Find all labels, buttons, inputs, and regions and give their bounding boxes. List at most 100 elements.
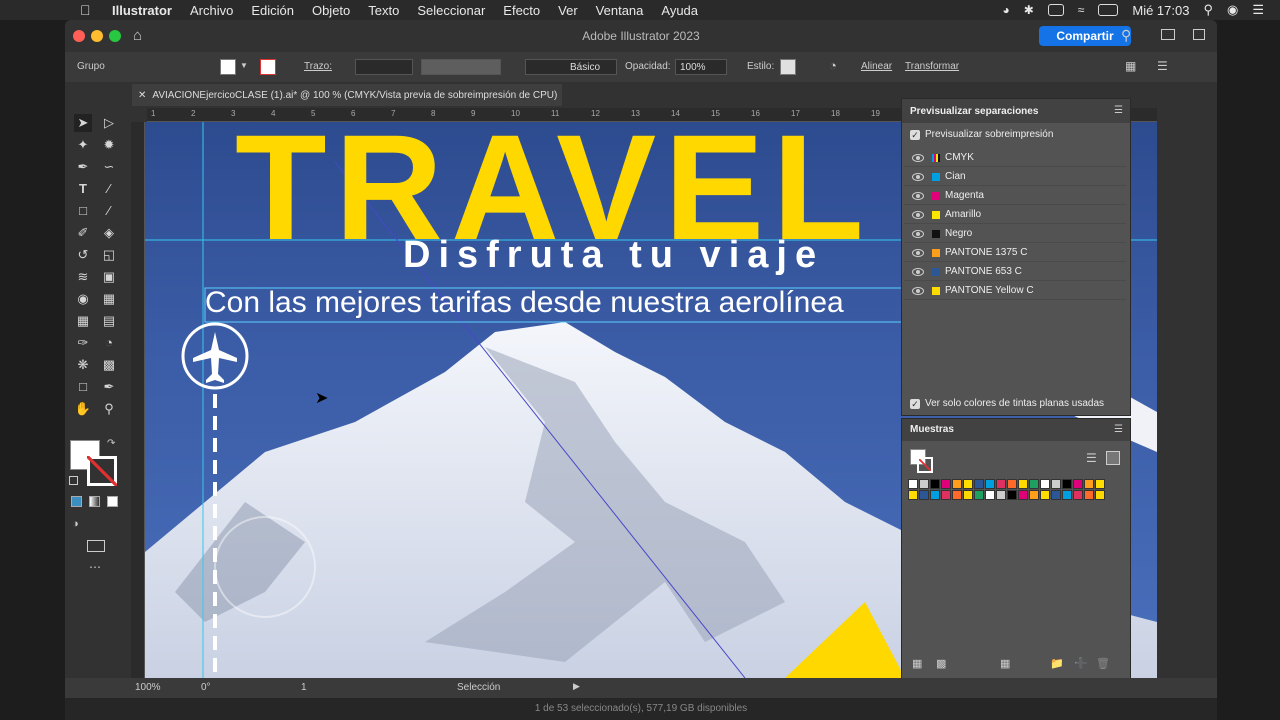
paintbrush-tool-icon[interactable]: ∕ — [100, 202, 118, 220]
color-swatch[interactable] — [1029, 479, 1039, 489]
workspace-icon[interactable] — [1193, 29, 1205, 40]
color-swatch[interactable] — [974, 490, 984, 500]
color-swatch[interactable] — [963, 490, 973, 500]
subtitle-text[interactable]: Disfruta tu viaje — [403, 234, 824, 277]
color-swatch[interactable] — [952, 479, 962, 489]
pen-tool-icon[interactable]: ✒ — [74, 158, 92, 176]
color-swatch[interactable] — [1073, 490, 1083, 500]
rotation-field[interactable]: 0° — [201, 682, 211, 693]
eye-icon[interactable] — [912, 229, 924, 238]
color-swatch[interactable] — [996, 490, 1006, 500]
color-swatch[interactable] — [1095, 479, 1105, 489]
color-swatch[interactable] — [952, 490, 962, 500]
screen-mirror-icon[interactable] — [1047, 4, 1064, 16]
clock[interactable]: Mié 17:03 — [1132, 3, 1189, 18]
bluetooth-icon[interactable]: ✱ — [1024, 3, 1034, 17]
color-swatch[interactable] — [1040, 479, 1050, 489]
menu-texto[interactable]: Texto — [368, 3, 399, 18]
swap-colors-icon[interactable]: ↷ — [107, 438, 115, 449]
stroke-label[interactable]: Trazo: — [304, 61, 332, 72]
color-swatch[interactable] — [1040, 490, 1050, 500]
color-swatch[interactable] — [985, 479, 995, 489]
opacity-field[interactable]: 100% — [675, 59, 727, 75]
battery-icon[interactable] — [1098, 4, 1119, 16]
stroke-swatch[interactable] — [260, 59, 276, 75]
color-swatch[interactable] — [1095, 490, 1105, 500]
line-tool-icon[interactable]: ∕ — [100, 180, 118, 198]
siri-icon[interactable]: ◉ — [1227, 2, 1238, 18]
color-mode-icon[interactable] — [71, 496, 82, 507]
ink-row-pantone-yellow[interactable]: PANTONE Yellow C — [904, 282, 1126, 300]
color-swatch[interactable] — [1062, 490, 1072, 500]
free-transform-tool-icon[interactable]: ▣ — [100, 268, 118, 286]
delete-swatch-icon[interactable]: 🗑 — [1096, 657, 1110, 670]
menu-objeto[interactable]: Objeto — [312, 3, 350, 18]
shaper-tool-icon[interactable]: ✐ — [74, 224, 92, 242]
current-tool-label[interactable]: Selección — [457, 682, 500, 693]
symbol-sprayer-tool-icon[interactable]: ❋ — [74, 356, 92, 374]
swatch-kind-icon[interactable]: ▦ — [1000, 657, 1010, 670]
menu-ver[interactable]: Ver — [558, 3, 578, 18]
color-swatch[interactable] — [1007, 490, 1017, 500]
selection-tool-icon[interactable]: ➤ — [74, 114, 92, 132]
close-tab-icon[interactable]: ✕ — [138, 90, 146, 101]
screen-mode-icon[interactable] — [87, 540, 105, 552]
color-swatch[interactable] — [930, 490, 940, 500]
color-swatch[interactable] — [908, 490, 918, 500]
color-swatch[interactable] — [941, 490, 951, 500]
zoom-tool-icon[interactable]: ⚲ — [100, 400, 118, 418]
apple-icon[interactable]:  — [80, 2, 94, 18]
ink-row-pantone-653[interactable]: PANTONE 653 C — [904, 263, 1126, 281]
wifi-icon[interactable]: ≈ — [1078, 3, 1085, 17]
chevron-down-icon[interactable]: ▼ — [240, 61, 248, 70]
curvature-tool-icon[interactable]: ∽ — [100, 158, 118, 176]
spotlight-search-icon[interactable]: ⚲ — [1203, 2, 1213, 18]
eye-icon[interactable] — [912, 210, 924, 219]
list-view-icon[interactable]: ☰ — [1086, 451, 1097, 465]
ink-row-yellow[interactable]: Amarillo — [904, 206, 1126, 224]
warp-tool-icon[interactable]: ≋ — [74, 268, 92, 286]
perspective-grid-tool-icon[interactable]: ▦ — [100, 290, 118, 308]
menu-edicion[interactable]: Edición — [251, 3, 294, 18]
creative-cloud-icon[interactable]: ◕ — [1002, 3, 1009, 17]
shape-builder-tool-icon[interactable]: ◉ — [74, 290, 92, 308]
ink-row-magenta[interactable]: Magenta — [904, 187, 1126, 205]
ink-row-cyan[interactable]: Cian — [904, 168, 1126, 186]
lasso-tool-icon[interactable]: ✹ — [100, 136, 118, 154]
color-swatch[interactable] — [1007, 479, 1017, 489]
rectangle-tool-icon[interactable]: □ — [74, 202, 92, 220]
color-swatch[interactable] — [1084, 479, 1094, 489]
fill-swatch[interactable] — [220, 59, 236, 75]
search-icon[interactable]: ⚲ — [1121, 27, 1131, 44]
swatch-libraries-icon[interactable]: ▦ — [912, 657, 922, 670]
swatches-panel-title[interactable]: Muestras — [902, 419, 1130, 441]
slice-tool-icon[interactable]: ✒ — [100, 378, 118, 396]
new-swatch-icon[interactable]: ➕ — [1074, 657, 1088, 670]
arrange-icon[interactable]: ▦ — [1125, 59, 1136, 73]
share-button[interactable]: Compartir — [1039, 26, 1131, 46]
color-swatch[interactable] — [1051, 479, 1061, 489]
eraser-tool-icon[interactable]: ◈ — [100, 224, 118, 242]
menu-seleccionar[interactable]: Seleccionar — [417, 3, 485, 18]
stroke-swatch[interactable] — [917, 457, 933, 473]
gradient-tool-icon[interactable]: ▤ — [100, 312, 118, 330]
grid-view-icon[interactable] — [1106, 451, 1120, 465]
color-swatch[interactable] — [930, 479, 940, 489]
artboard-number-field[interactable]: 1 — [301, 682, 307, 693]
variable-width-profile[interactable] — [421, 59, 501, 75]
color-swatch[interactable] — [1018, 490, 1028, 500]
artboard-tool-icon[interactable]: □ — [74, 378, 92, 396]
color-swatch[interactable] — [941, 479, 951, 489]
separations-panel-title[interactable]: Previsualizar separaciones — [902, 99, 1130, 123]
default-colors-icon[interactable] — [69, 476, 78, 485]
color-swatch[interactable] — [1084, 490, 1094, 500]
eye-icon[interactable] — [912, 172, 924, 181]
import-swatches-icon[interactable]: ▩ — [936, 657, 946, 670]
ink-row-pantone-1375[interactable]: PANTONE 1375 C — [904, 244, 1126, 262]
spot-colors-only-checkbox[interactable]: ✓ Ver solo colores de tintas planas usad… — [910, 398, 1104, 409]
rotate-tool-icon[interactable]: ↺ — [74, 246, 92, 264]
align-link[interactable]: Alinear — [861, 61, 892, 72]
eyedropper-tool-icon[interactable]: ✑ — [74, 334, 92, 352]
control-center-icon[interactable]: ☰ — [1252, 2, 1264, 18]
eye-icon[interactable] — [912, 286, 924, 295]
